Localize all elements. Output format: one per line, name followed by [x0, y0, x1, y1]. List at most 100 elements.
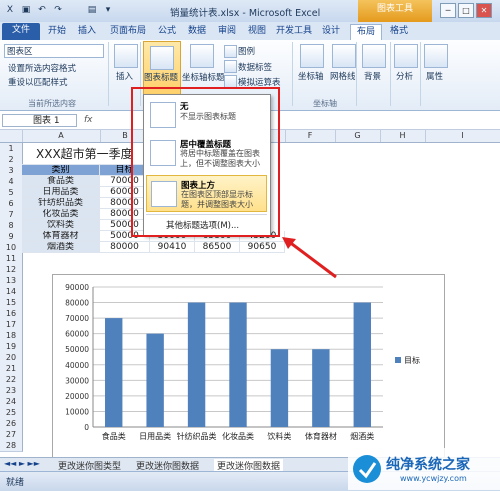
table-cell[interactable]: 体育器材 [22, 231, 100, 242]
legend-icon[interactable] [224, 45, 237, 58]
ribbon-tabs: 文件 开始 插入 页面布局 公式 数据 审阅 视图 开发工具 设计 布局 格式 [0, 22, 500, 41]
analysis-label[interactable]: 分析 [396, 70, 413, 82]
divider [420, 42, 421, 106]
fx-icon[interactable]: fx [84, 115, 93, 125]
row-header[interactable]: 28 [0, 440, 23, 452]
title-bar: X ▣ ↶ ↷ ▤ ▾ 销量统计表.xlsx - Microsoft Excel… [0, 0, 500, 23]
chart-bar [270, 349, 289, 427]
y-tick-label: 80000 [65, 299, 89, 308]
tab-file[interactable]: 文件 [2, 23, 40, 40]
background-label[interactable]: 背景 [364, 70, 381, 82]
tab-review[interactable]: 审阅 [214, 24, 240, 40]
column-header-h[interactable]: H [380, 130, 426, 142]
close-button[interactable]: ✕ [476, 3, 492, 18]
excel-logo-icon: X [6, 5, 14, 15]
table-header-cell[interactable]: 类别 [22, 165, 100, 176]
table-cell[interactable]: 化妆品类 [22, 209, 100, 220]
y-tick-label: 10000 [65, 407, 89, 416]
tab-page-layout[interactable]: 页面布局 [106, 24, 150, 40]
chart-bar [146, 333, 164, 427]
legend-label: 目标 [404, 355, 420, 365]
divider [108, 42, 109, 106]
y-tick-label: 90000 [65, 283, 89, 292]
reset-style-button[interactable]: 重设以匹配样式 [8, 76, 68, 88]
table-cell[interactable]: 90650 [240, 242, 285, 253]
current-selection-group-label: 当前所选内容 [28, 99, 76, 108]
chart-title-icon [150, 46, 174, 70]
quick-access-icon[interactable]: ▤ [86, 4, 98, 16]
undo-icon[interactable]: ↶ [36, 4, 48, 16]
properties-icon[interactable] [424, 44, 448, 68]
y-tick-label: 70000 [65, 314, 89, 323]
gridlines-icon[interactable] [332, 44, 356, 68]
table-cell[interactable]: 86500 [195, 242, 240, 253]
tab-data[interactable]: 数据 [184, 24, 210, 40]
customize-toolbar-icon[interactable]: ▾ [102, 4, 114, 16]
save-icon[interactable]: ▣ [20, 4, 32, 16]
chart-bar [312, 349, 330, 427]
chart-bar [353, 302, 371, 427]
x-tick-label: 针纺织品类 [177, 431, 217, 441]
status-text: 就绪 [6, 478, 25, 488]
sheet-nav-icon[interactable]: ◄◄ ► ►► [4, 459, 40, 468]
redo-icon[interactable]: ↷ [52, 4, 64, 16]
logo-icon [353, 455, 381, 483]
tab-layout[interactable]: 布局 [350, 24, 382, 41]
watermark-url: www.ycwjzy.com [400, 474, 467, 483]
legend-label[interactable]: 图例 [238, 45, 255, 57]
legend-swatch [395, 357, 401, 363]
x-tick-label: 烟酒类 [350, 431, 374, 441]
axis-titles-label[interactable]: 坐标轴标题 [182, 71, 225, 83]
divider [390, 42, 391, 106]
insert-icon[interactable] [114, 44, 138, 68]
gridlines-label[interactable]: 网格线 [330, 70, 356, 82]
table-cell[interactable]: 日用品类 [22, 187, 100, 198]
chart-bar [229, 302, 247, 427]
tab-home[interactable]: 开始 [44, 24, 70, 40]
tab-formulas[interactable]: 公式 [154, 24, 180, 40]
tab-insert[interactable]: 插入 [74, 24, 100, 40]
column-header-a[interactable]: A [22, 130, 101, 142]
y-tick-label: 40000 [65, 361, 89, 370]
x-tick-label: 饮料类 [267, 431, 291, 441]
chart-bar [105, 318, 123, 427]
table-cell[interactable]: 针纺织品类 [22, 198, 100, 209]
properties-label[interactable]: 属性 [426, 70, 443, 82]
axes-icon[interactable] [300, 44, 324, 68]
minimize-button[interactable]: ─ [440, 3, 456, 18]
tab-view[interactable]: 视图 [244, 24, 270, 40]
axes-label[interactable]: 坐标轴 [298, 70, 324, 82]
data-labels-icon[interactable] [224, 60, 237, 73]
table-cell[interactable]: 90410 [150, 242, 195, 253]
divider [356, 42, 357, 106]
tab-design[interactable]: 设计 [318, 24, 344, 40]
table-cell[interactable]: 食品类 [22, 176, 100, 187]
format-selection-button[interactable]: 设置所选内容格式 [8, 62, 76, 74]
chart-title-label[interactable]: 图表标题 [144, 71, 178, 83]
analysis-icon[interactable] [394, 44, 418, 68]
table-cell[interactable]: 80000 [100, 242, 150, 253]
data-labels-label[interactable]: 数据标签 [238, 61, 272, 73]
table-cell[interactable]: 烟酒类 [22, 242, 100, 253]
maximize-button[interactable]: □ [458, 3, 474, 18]
tab-developer[interactable]: 开发工具 [274, 24, 314, 40]
y-tick-label: 20000 [65, 392, 89, 401]
watermark-logo: 纯净系统之家 www.ycwjzy.com [348, 448, 500, 490]
background-icon[interactable] [362, 44, 386, 68]
watermark-brand: 纯净系统之家 [386, 457, 470, 473]
axes-group-label: 坐标轴 [313, 99, 337, 108]
chart-element-selector[interactable]: 图表区 [4, 44, 104, 58]
axis-titles-icon[interactable] [190, 44, 214, 68]
highlight-annotation-box [131, 87, 280, 237]
column-header-i[interactable]: I [425, 130, 500, 142]
chart-tools-label: 图表工具 [358, 0, 432, 22]
x-tick-label: 日用品类 [139, 431, 171, 441]
insert-button-label[interactable]: 插入 [116, 70, 133, 82]
name-box[interactable]: 图表 1 [2, 114, 77, 127]
column-header-f[interactable]: F [285, 130, 336, 142]
embedded-chart[interactable]: 0 10000 20000 30000 40000 50000 60000 70000 8000… [52, 274, 445, 458]
select-all-corner[interactable] [0, 130, 23, 142]
tab-format[interactable]: 格式 [386, 24, 412, 40]
column-header-g[interactable]: G [335, 130, 381, 142]
table-cell[interactable]: 饮料类 [22, 220, 100, 231]
